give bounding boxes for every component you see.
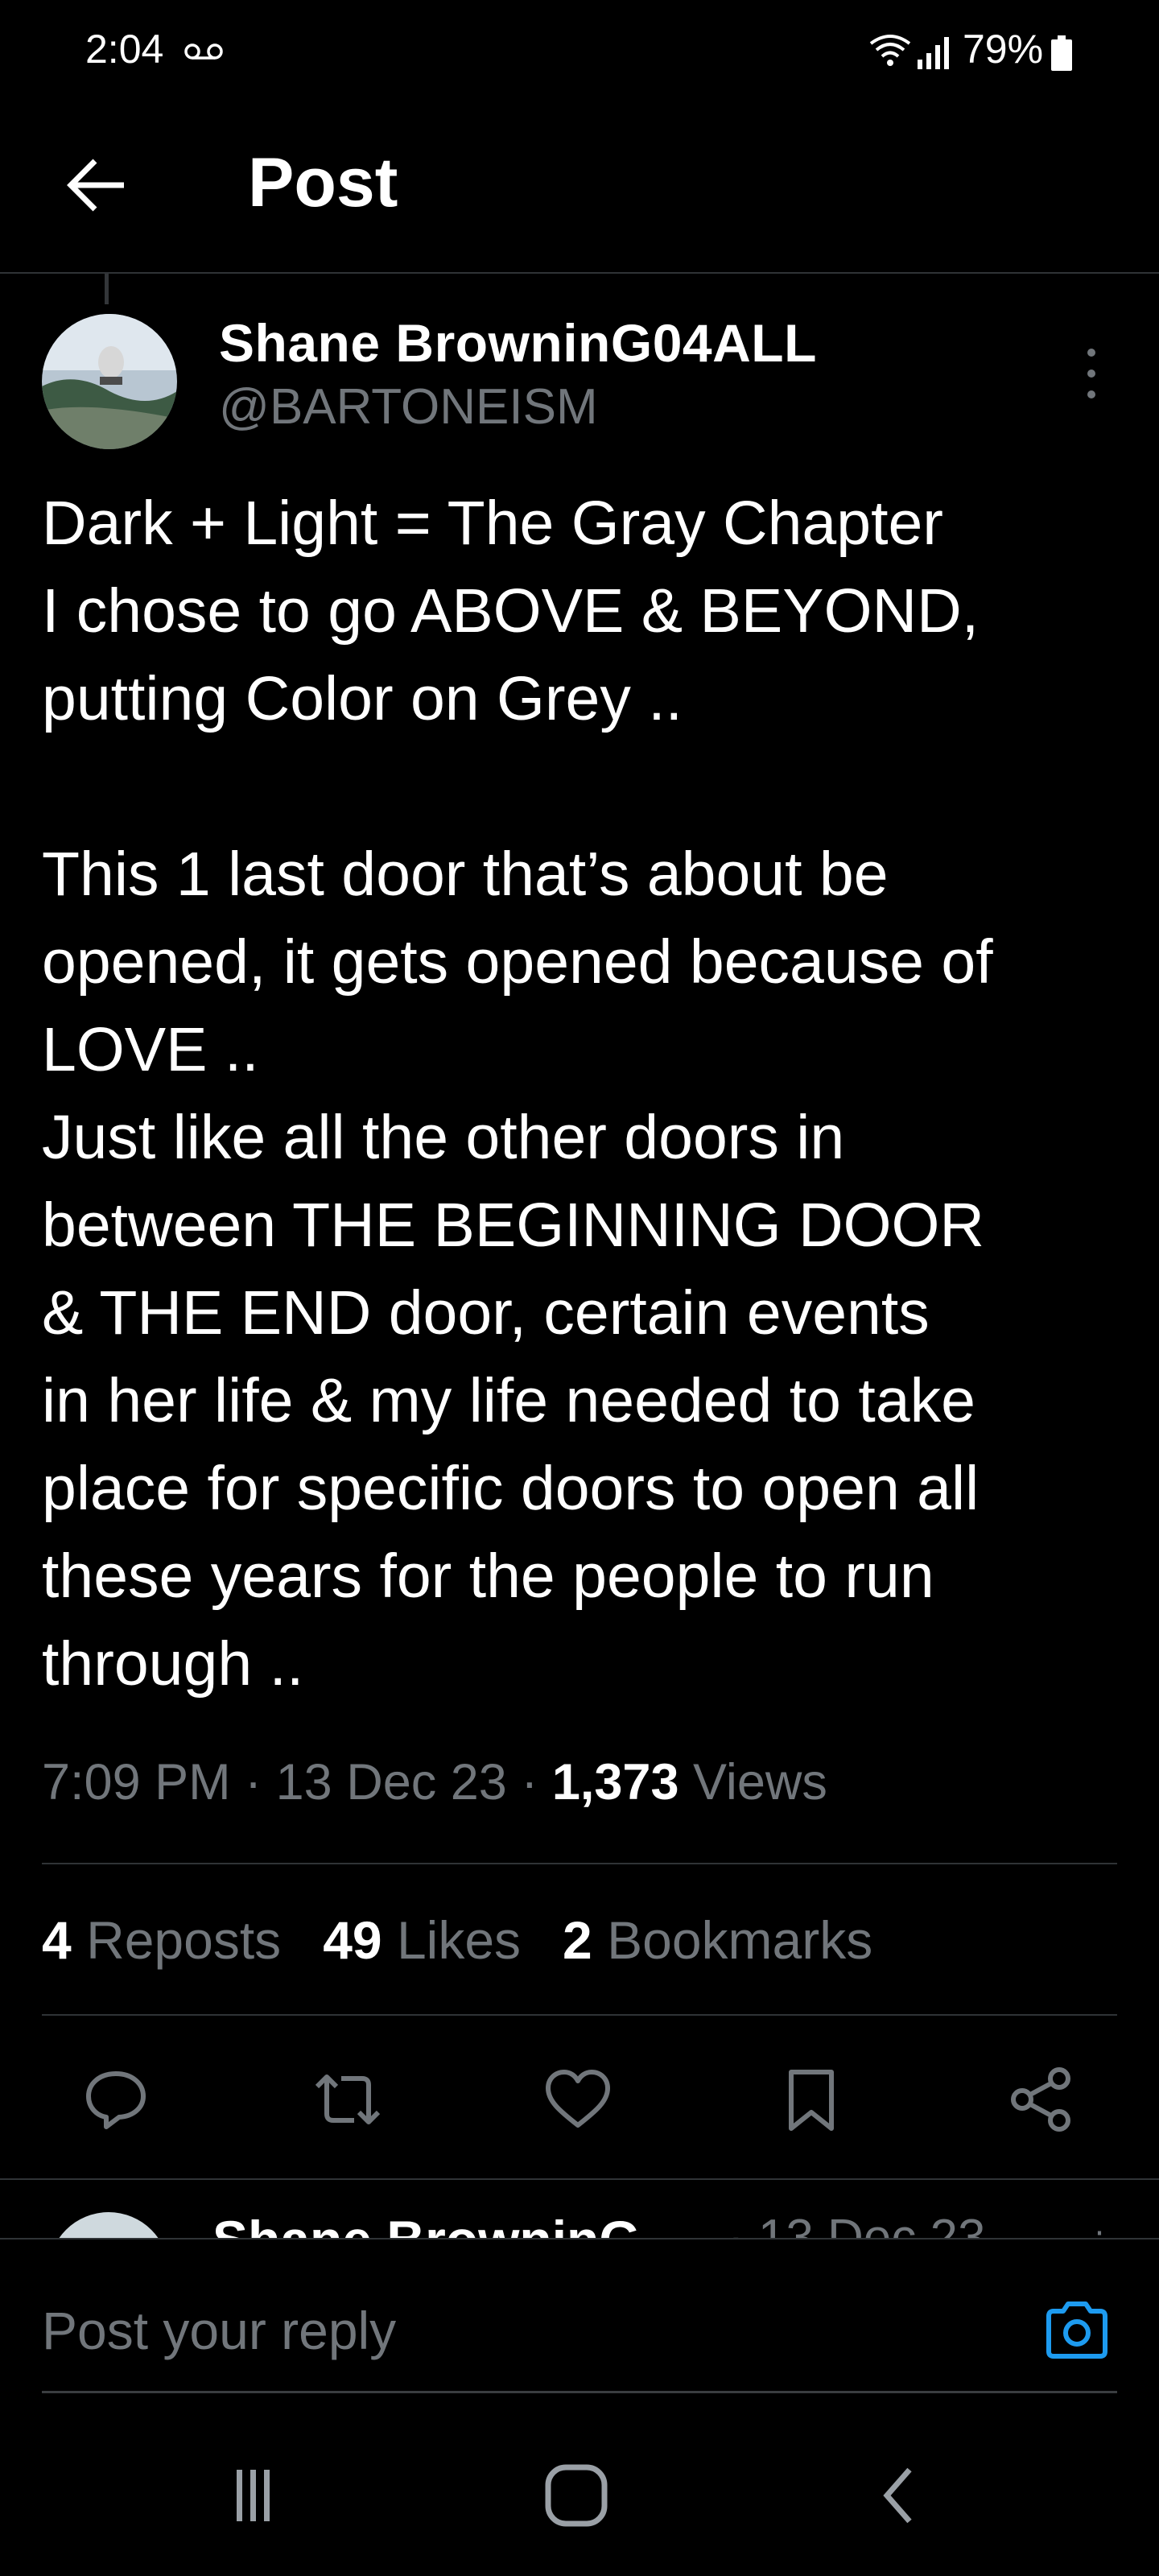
home-icon: [545, 2464, 608, 2527]
like-icon: [546, 2070, 610, 2128]
avatar[interactable]: [42, 314, 177, 449]
nav-back-button[interactable]: [852, 2447, 948, 2544]
reply-list-item[interactable]: Shane BrowninG · 13 Dec 23 ⋮: [0, 2180, 1159, 2238]
likes-stat[interactable]: 49 Likes: [323, 1910, 521, 1970]
post-date: 13 Dec 23: [275, 1754, 507, 1810]
post-meta: 7:09 PM · 13 Dec 23 · 1,373 Views: [42, 1754, 827, 1810]
like-button[interactable]: [539, 2061, 617, 2138]
author-handle[interactable]: @BARTONEISM: [219, 378, 598, 436]
post-time: 7:09 PM: [42, 1754, 231, 1810]
reposts-count: 4: [42, 1910, 72, 1970]
views-count: 1,373: [551, 1754, 679, 1810]
likes-count: 49: [323, 1910, 382, 1970]
recents-icon: [237, 2470, 270, 2521]
signal-icon: [918, 37, 949, 69]
bookmarks-label: Bookmarks: [607, 1910, 873, 1970]
reply-avatar[interactable]: [48, 2212, 169, 2238]
bookmark-icon: [789, 2070, 834, 2131]
share-button[interactable]: [1003, 2061, 1080, 2138]
repost-button[interactable]: [309, 2061, 386, 2138]
repost-icon: [315, 2074, 381, 2124]
reply-button[interactable]: [77, 2061, 155, 2138]
back-button[interactable]: [56, 145, 137, 225]
battery-icon: [1051, 35, 1072, 71]
more-vertical-icon: [1087, 349, 1095, 398]
reposts-stat[interactable]: 4 Reposts: [42, 1910, 281, 1970]
reply-date: · 13 Dec 23: [728, 2210, 986, 2238]
voicemail-icon: [184, 43, 223, 60]
divider: [0, 2238, 1159, 2240]
divider: [42, 1863, 1117, 1864]
reposts-label: Reposts: [86, 1910, 282, 1970]
reply-icon: [86, 2071, 146, 2129]
camera-button[interactable]: [1038, 2294, 1116, 2367]
nav-home-button[interactable]: [528, 2447, 625, 2544]
composer-underline: [42, 2391, 1117, 2393]
back-arrow-icon: [67, 159, 124, 212]
more-options-button[interactable]: [1067, 341, 1116, 406]
reply-author-name[interactable]: Shane BrowninG: [212, 2209, 641, 2238]
bookmarks-stat[interactable]: 2 Bookmarks: [563, 1910, 872, 1970]
battery-percentage: 79%: [963, 27, 1044, 72]
divider: [42, 2014, 1117, 2016]
engagement-stats: 4 Reposts 49 Likes 2 Bookmarks: [42, 1909, 914, 1971]
bookmarks-count: 2: [563, 1910, 592, 1970]
reply-input[interactable]: [42, 2294, 992, 2367]
thread-connector-line: [105, 274, 109, 304]
page-title: Post: [248, 144, 398, 221]
wifi-icon: [869, 35, 911, 66]
share-icon: [1011, 2067, 1070, 2132]
views-label: Views: [693, 1754, 827, 1810]
more-vertical-icon[interactable]: ⋮: [1083, 2225, 1116, 2238]
nav-recents-button[interactable]: [204, 2447, 301, 2544]
avatar-image: [42, 314, 177, 449]
author-name[interactable]: Shane BrowninG04ALL: [219, 312, 817, 374]
likes-label: Likes: [396, 1910, 522, 1970]
bookmark-button[interactable]: [773, 2061, 850, 2138]
header-divider: [0, 272, 1159, 274]
post-text: Dark + Light = The Gray Chapter I chose …: [42, 489, 993, 1699]
status-time: 2:04: [85, 27, 164, 72]
camera-icon: [1046, 2301, 1107, 2359]
nav-back-icon: [883, 2467, 912, 2524]
